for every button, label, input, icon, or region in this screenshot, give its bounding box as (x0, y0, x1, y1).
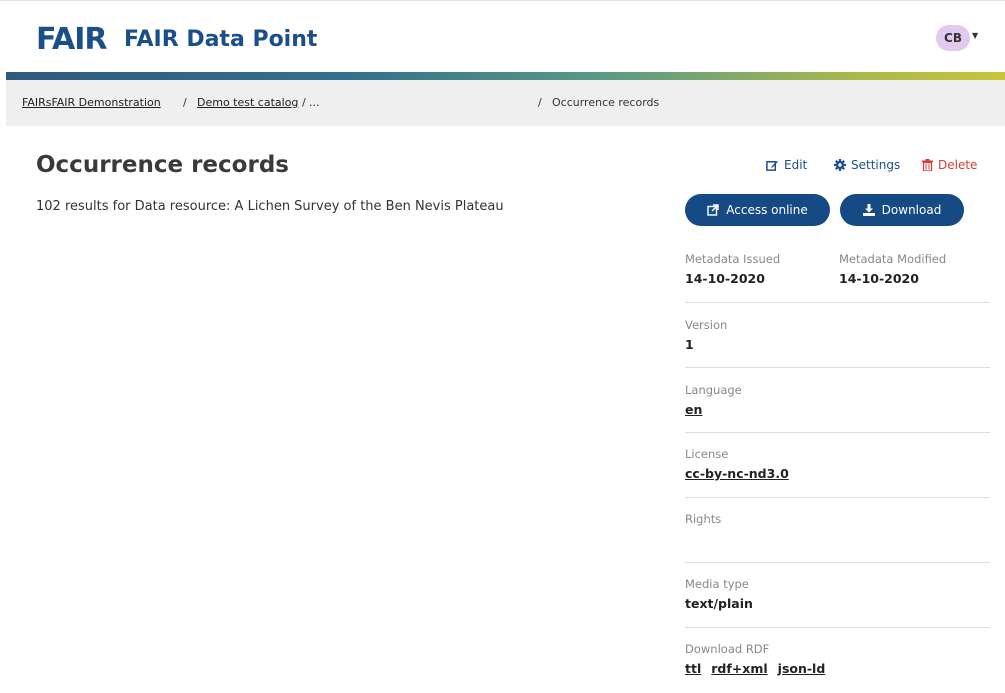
app-title[interactable]: FAIR Data Point (124, 25, 317, 55)
divider (685, 367, 990, 368)
fair-logo[interactable]: FAIR (36, 23, 108, 57)
settings-label: Settings (851, 158, 901, 172)
rights-label: Rights (685, 512, 722, 526)
rdf-format-links: ttl rdf+xml json-ld (685, 661, 825, 676)
breadcrumb-link-fairsfair[interactable]: FAIRsFAIR Demonstration (22, 96, 161, 110)
breadcrumb-separator: / (183, 96, 187, 109)
delete-label: Delete (938, 158, 978, 172)
breadcrumb-current: Occurrence records (552, 96, 660, 109)
divider (685, 497, 990, 498)
metadata-issued-value: 14-10-2020 (685, 271, 765, 286)
breadcrumb-ellipsis[interactable]: ... (309, 96, 320, 110)
rdf-xml-link[interactable]: rdf+xml (711, 661, 767, 676)
settings-button[interactable]: Settings (834, 157, 900, 173)
breadcrumb-separator: / (302, 96, 306, 109)
divider (685, 432, 990, 433)
edit-icon (766, 159, 779, 172)
license-label: License (685, 447, 729, 461)
gear-icon (834, 159, 846, 171)
user-avatar[interactable]: CB (936, 25, 970, 51)
rdf-ttl-link[interactable]: ttl (685, 661, 701, 676)
language-link[interactable]: en (685, 402, 702, 418)
header-gradient-bar (6, 72, 1005, 80)
page-title: Occurrence records (36, 152, 289, 178)
delete-button[interactable]: Delete (922, 157, 977, 173)
divider (685, 627, 990, 628)
results-summary: 102 results for Data resource: A Lichen … (36, 199, 504, 214)
download-button[interactable]: Download (840, 194, 964, 226)
access-online-button[interactable]: Access online (685, 194, 830, 226)
media-type-value: text/plain (685, 596, 753, 611)
version-value: 1 (685, 337, 694, 352)
download-rdf-label: Download RDF (685, 642, 770, 656)
top-header: FAIR FAIR Data Point CB ▼ (0, 0, 1005, 72)
divider (685, 302, 990, 303)
breadcrumb-link-demo-catalog[interactable]: Demo test catalog (197, 96, 298, 110)
edit-label: Edit (784, 158, 808, 172)
license-link[interactable]: cc-by-nc-nd3.0 (685, 466, 789, 482)
version-label: Version (685, 318, 728, 332)
breadcrumb: FAIRsFAIR Demonstration / Demo test cata… (6, 80, 1005, 126)
metadata-modified-label: Metadata Modified (839, 252, 947, 266)
external-link-icon (707, 204, 719, 216)
edit-button[interactable]: Edit (766, 157, 807, 173)
metadata-modified-value: 14-10-2020 (839, 271, 919, 286)
chevron-down-icon[interactable]: ▼ (972, 31, 978, 40)
trash-icon (922, 159, 933, 171)
divider (685, 562, 990, 563)
download-icon (862, 204, 875, 216)
download-label: Download (881, 203, 942, 217)
media-type-label: Media type (685, 577, 749, 591)
breadcrumb-separator: / (538, 96, 542, 109)
metadata-issued-label: Metadata Issued (685, 252, 781, 266)
rdf-jsonld-link[interactable]: json-ld (778, 661, 826, 676)
access-online-label: Access online (726, 203, 808, 217)
language-label: Language (685, 383, 742, 397)
